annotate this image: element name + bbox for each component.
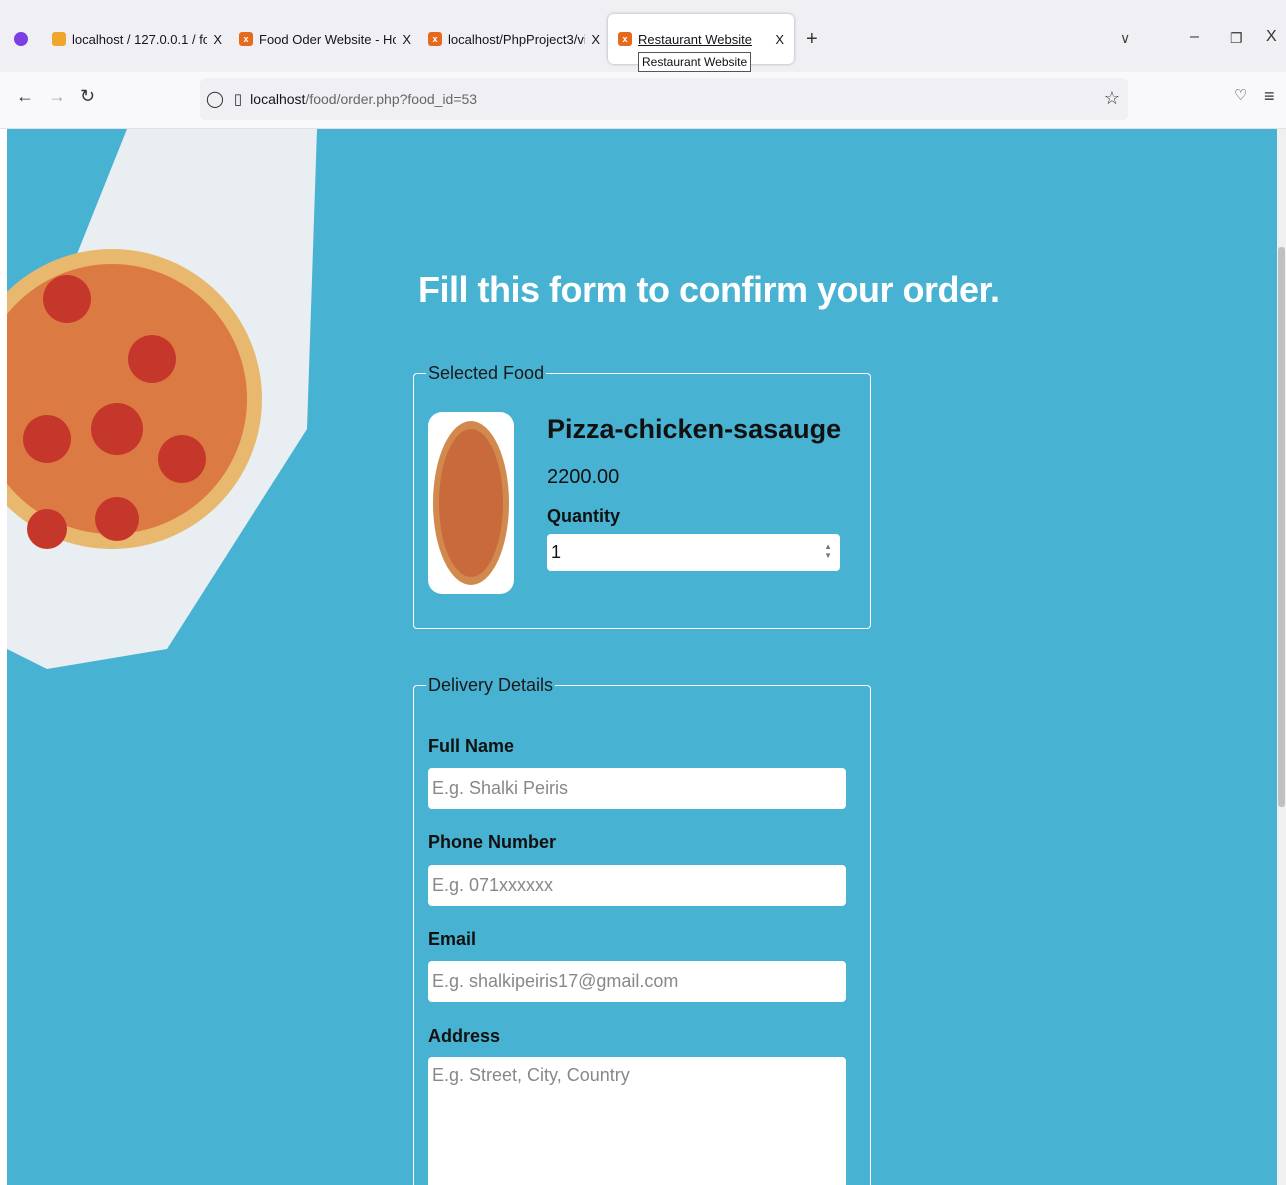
url-path: /food/order.php?food_id=53 (305, 91, 478, 107)
quantity-stepper[interactable]: 1 ▲ ▼ (547, 534, 840, 571)
tab-close-icon[interactable]: X (775, 32, 784, 47)
url-bar[interactable]: ◯ ▯ localhost/food/order.php?food_id=53 … (200, 78, 1128, 120)
tab-close-icon[interactable]: X (402, 32, 411, 47)
page-content: Fill this form to confirm your order. Se… (7, 129, 1277, 1185)
restore-icon[interactable]: ❐ (1230, 30, 1243, 47)
pizza-thumbnail (433, 421, 509, 585)
new-tab-button[interactable]: + (806, 28, 818, 51)
phone-number-input[interactable] (428, 865, 846, 906)
xampp-icon: x (239, 32, 253, 46)
selected-food-legend: Selected Food (428, 363, 545, 383)
close-window-icon[interactable]: X (1266, 28, 1277, 46)
forward-icon[interactable]: → (48, 86, 66, 107)
quantity-label: Quantity (547, 506, 621, 526)
phpmyadmin-icon (52, 32, 66, 46)
pocket-icon[interactable]: ♡ (1234, 86, 1247, 104)
page-title: Fill this form to confirm your order. (418, 269, 1000, 310)
url-host: localhost (250, 91, 306, 107)
pizza-background-image (7, 129, 317, 669)
phone-number-label: Phone Number (428, 832, 557, 852)
tab-phpproject3[interactable]: x localhost/PhpProject3/view/vie X (428, 14, 600, 64)
bookmark-star-icon[interactable]: ☆ (1104, 88, 1120, 109)
food-image (428, 412, 514, 594)
quantity-value: 1 (551, 542, 562, 562)
full-name-input[interactable] (428, 768, 846, 809)
firefox-menu-icon[interactable] (14, 32, 28, 46)
tab-strip: localhost / 127.0.0.1 / food_ord X x Foo… (0, 0, 1286, 72)
email-label: Email (428, 929, 477, 949)
menu-icon[interactable]: ≡ (1264, 86, 1275, 107)
reload-icon[interactable]: ↻ (80, 86, 95, 107)
back-icon[interactable]: ← (16, 86, 34, 107)
full-name-label: Full Name (428, 736, 515, 756)
food-price: 2200.00 (547, 466, 620, 488)
list-tabs-icon[interactable]: ∨ (1120, 30, 1130, 47)
shield-icon[interactable]: ◯ (206, 89, 224, 109)
delivery-details-fieldset: Delivery Details Full Name Phone Number … (413, 675, 871, 1185)
food-name: Pizza-chicken-sasauge (547, 414, 842, 444)
minimize-icon[interactable]: – (1190, 28, 1199, 46)
page-icon: ▯ (233, 91, 243, 108)
page-scrollbar[interactable] (1277, 129, 1286, 1185)
delivery-details-legend: Delivery Details (428, 675, 554, 695)
tab-title: Restaurant Website (638, 31, 752, 47)
navigation-bar: ← → ↻ ◯ ▯ localhost/food/order.php?food_… (0, 72, 1286, 129)
address-textarea[interactable] (428, 1057, 846, 1185)
tab-tooltip: Restaurant Website (638, 52, 752, 72)
xampp-icon: x (618, 32, 632, 46)
tab-title: localhost/PhpProject3/view/vie (448, 31, 586, 47)
email-input[interactable] (428, 961, 846, 1002)
tab-phpmyadmin[interactable]: localhost / 127.0.0.1 / food_ord X (52, 14, 222, 64)
spinner-arrows-icon[interactable]: ▲ ▼ (824, 542, 832, 560)
tab-title: Food Oder Website - Home Pag (259, 31, 397, 47)
tab-food-order-home[interactable]: x Food Oder Website - Home Pag X (239, 14, 411, 64)
tab-close-icon[interactable]: X (591, 32, 600, 47)
scrollbar-thumb[interactable] (1278, 247, 1285, 807)
tab-title: localhost / 127.0.0.1 / food_ord (72, 31, 208, 47)
xampp-icon: x (428, 32, 442, 46)
selected-food-fieldset: Selected Food Pizza-chicken-sasauge 2200… (413, 363, 871, 629)
address-label: Address (428, 1026, 501, 1046)
tab-close-icon[interactable]: X (213, 32, 222, 47)
